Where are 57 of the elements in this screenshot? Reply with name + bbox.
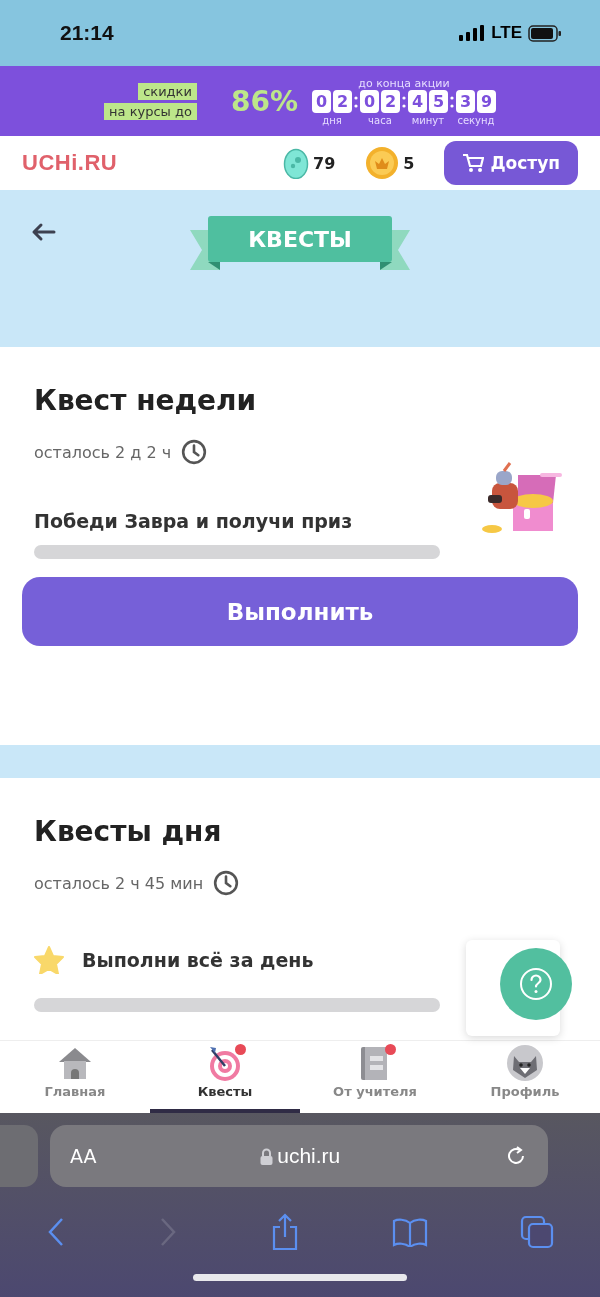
countdown-digit: 0 (359, 89, 379, 113)
countdown-unit: секунд (457, 114, 495, 126)
countdown-digit: 4 (407, 89, 427, 113)
nav-tab[interactable]: Профиль (450, 1041, 600, 1113)
quest-task: Выполни всё за день (82, 949, 314, 971)
access-button[interactable]: Доступ (444, 141, 578, 185)
countdown-unit: минут (411, 114, 445, 126)
discount-percent: 86% (230, 84, 298, 118)
promo-label: на курсы до (104, 102, 197, 120)
eggs-count: 79 (313, 153, 336, 173)
logo[interactable]: UCHi.RU (22, 150, 118, 176)
status-time: 21:14 (60, 21, 114, 45)
countdown-digit: 0 (311, 89, 331, 113)
quest-task: Победи Завра и получи приз (34, 510, 353, 532)
countdown-digit: 3 (455, 89, 475, 113)
tabs-icon (520, 1215, 554, 1249)
promo-label: скидки (138, 82, 197, 100)
time-remaining: осталось 2 д 2 ч (34, 442, 172, 462)
help-icon (519, 967, 553, 1001)
countdown-digit: 5 (428, 89, 448, 113)
nav-tab[interactable]: Главная (0, 1041, 150, 1113)
clock-icon (181, 439, 208, 465)
colon-separator-icon (353, 95, 358, 108)
cart-icon (462, 153, 485, 173)
url-text: uchi.ru (277, 1144, 341, 1168)
countdown-digit: 2 (332, 89, 352, 113)
section-title: Квесты дня (34, 814, 223, 850)
page-title: КВЕСТЫ (208, 216, 392, 262)
share-icon (270, 1213, 300, 1251)
chevron-right-icon (158, 1216, 178, 1248)
colon-separator-icon (449, 95, 454, 108)
colon-separator-icon (401, 95, 406, 108)
countdown-caption: до конца акции (358, 76, 450, 90)
clock-icon (213, 870, 240, 896)
promo-banner[interactable]: скидки на курсы до 86% до конца акции 0 2 дня 0 2 часа 4 5 минут 3 9 секунд (0, 66, 600, 136)
chevron-left-icon (46, 1216, 66, 1248)
address-bar[interactable]: AA uchi.ru (50, 1125, 548, 1187)
signal-icon (459, 25, 486, 41)
previous-tab-preview[interactable] (0, 1125, 38, 1187)
countdown-digit: 2 (380, 89, 400, 113)
book-icon (392, 1217, 428, 1247)
nav-tab[interactable]: От учителя (300, 1041, 450, 1113)
back-arrow-icon[interactable] (30, 222, 56, 242)
countdown-unit: часа (368, 114, 392, 126)
time-remaining: осталось 2 ч 45 мин (34, 873, 204, 893)
complete-button[interactable]: Выполнить (22, 577, 578, 646)
coins-count: 5 (403, 153, 415, 173)
battery-icon (528, 24, 562, 42)
text-size-button[interactable]: AA (70, 1145, 97, 1167)
egg-icon (283, 147, 309, 179)
network-label: LTE (491, 23, 522, 43)
star-icon (34, 946, 64, 974)
countdown-unit: дня (322, 114, 342, 126)
countdown-digit: 9 (476, 89, 496, 113)
section-title: Квест недели (34, 383, 258, 419)
lock-icon (260, 1147, 274, 1165)
coin-icon (365, 146, 400, 180)
